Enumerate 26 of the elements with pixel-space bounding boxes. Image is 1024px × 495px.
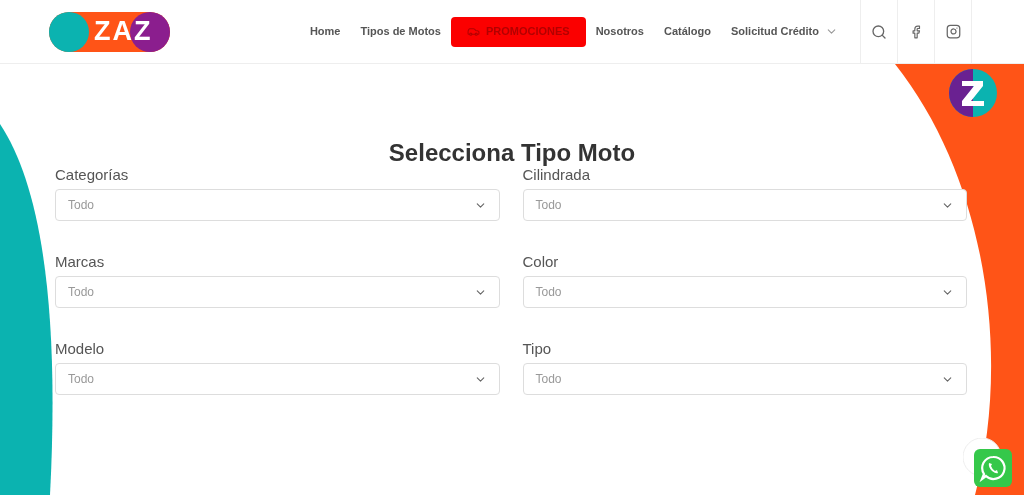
whatsapp-button[interactable] xyxy=(963,438,1012,487)
select-field[interactable]: Todo xyxy=(522,363,967,395)
filter-label: Tipo xyxy=(522,339,553,359)
nav-link[interactable]: Home xyxy=(299,23,351,40)
page-title: Selecciona Tipo Moto xyxy=(387,138,637,168)
select-field[interactable]: Todo xyxy=(522,189,967,221)
filter-label: Cilindrada xyxy=(522,166,592,185)
select-field[interactable]: Todo xyxy=(55,363,500,395)
promotions-button[interactable]: PROMOCIONES xyxy=(450,16,586,47)
z-badge-icon xyxy=(949,69,997,117)
nav-link[interactable]: Nosotros xyxy=(585,23,654,40)
car-icon xyxy=(466,25,480,38)
filter-label: Color xyxy=(522,252,560,272)
search-icon xyxy=(871,23,887,40)
logo: ZAZ xyxy=(49,11,170,52)
select-field[interactable]: Todo xyxy=(55,276,500,308)
filter-label: Marcas xyxy=(55,252,106,272)
facebook-icon xyxy=(909,24,923,39)
filter-label: Modelo xyxy=(55,339,106,359)
nav-link[interactable]: Solicitud Crédito xyxy=(721,23,848,40)
nav-link[interactable]: Tipos de Motos xyxy=(350,23,451,40)
nav-link[interactable]: Catálogo xyxy=(653,23,721,40)
select-field[interactable]: Todo xyxy=(55,189,500,221)
instagram-icon xyxy=(945,24,961,39)
filter-label: Categorías xyxy=(55,165,130,185)
select-field[interactable]: Todo xyxy=(522,276,967,308)
